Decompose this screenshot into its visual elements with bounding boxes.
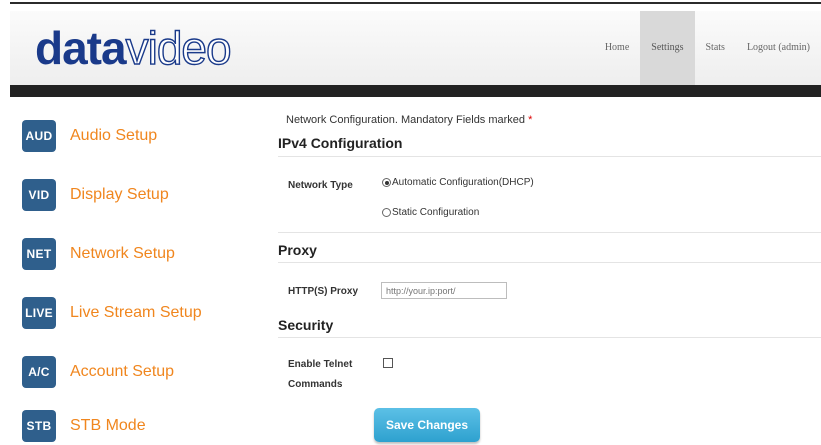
- intro-text: Network Configuration. Mandatory Fields …: [286, 114, 526, 126]
- dhcp-radio[interactable]: Automatic Configuration(DHCP): [382, 177, 534, 188]
- live-badge-icon: LIVE: [22, 297, 56, 329]
- sidebar-item-display[interactable]: VID Display Setup: [22, 179, 169, 211]
- stb-badge-icon: STB: [22, 410, 56, 442]
- ac-badge-icon: A/C: [22, 356, 56, 388]
- security-section-title: Security: [278, 317, 334, 333]
- nav-home[interactable]: Home: [594, 11, 640, 85]
- header-divider-bar: [10, 85, 821, 97]
- dhcp-label: Automatic Configuration(DHCP): [392, 177, 534, 188]
- divider: [278, 156, 821, 157]
- telnet-label: Enable Telnet: [288, 359, 353, 370]
- radio-unselected-icon: [382, 208, 391, 217]
- logo-light-text: video: [125, 22, 232, 74]
- sidebar-item-label: Display Setup: [70, 186, 169, 203]
- divider: [278, 262, 821, 263]
- sidebar-item-live-stream[interactable]: LIVE Live Stream Setup: [22, 297, 202, 329]
- ipv4-section-title: IPv4 Configuration: [278, 135, 403, 151]
- telnet-checkbox[interactable]: [383, 358, 393, 368]
- sidebar-item-label: Account Setup: [70, 363, 175, 380]
- divider: [278, 337, 821, 338]
- save-changes-button[interactable]: Save Changes: [374, 408, 480, 442]
- nav-settings[interactable]: Settings: [640, 11, 695, 85]
- sidebar-item-label: Network Setup: [70, 245, 175, 262]
- http-proxy-input[interactable]: [381, 282, 507, 299]
- sidebar-item-label: Audio Setup: [70, 127, 158, 144]
- radio-selected-icon: [382, 178, 391, 187]
- divider: [278, 232, 821, 233]
- datavideo-logo[interactable]: datavideo: [35, 22, 232, 74]
- required-mark: *: [528, 114, 533, 126]
- net-badge-icon: NET: [22, 238, 56, 270]
- aud-badge-icon: AUD: [22, 120, 56, 152]
- vid-badge-icon: VID: [22, 179, 56, 211]
- static-radio[interactable]: Static Configuration: [382, 207, 479, 218]
- sidebar-item-audio[interactable]: AUD Audio Setup: [22, 120, 157, 152]
- header: datavideo Home Settings Stats Logout (ad…: [10, 11, 821, 86]
- network-type-label: Network Type: [288, 180, 353, 191]
- sidebar-item-label: Live Stream Setup: [70, 304, 202, 321]
- http-proxy-label: HTTP(S) Proxy: [288, 286, 359, 297]
- sidebar-item-label: STB Mode: [70, 417, 146, 434]
- form-intro: Network Configuration. Mandatory Fields …: [286, 114, 532, 126]
- sidebar-item-stb-mode[interactable]: STB STB Mode: [22, 410, 146, 442]
- logo-bold-text: data: [35, 22, 127, 74]
- sidebar-item-account[interactable]: A/C Account Setup: [22, 356, 174, 388]
- nav-stats[interactable]: Stats: [695, 11, 736, 85]
- top-strip: [0, 0, 821, 8]
- static-label: Static Configuration: [392, 207, 480, 218]
- top-nav: Home Settings Stats Logout (admin): [594, 11, 821, 85]
- nav-logout[interactable]: Logout (admin): [736, 11, 821, 85]
- proxy-section-title: Proxy: [278, 242, 317, 258]
- sidebar-item-network[interactable]: NET Network Setup: [22, 238, 175, 270]
- telnet-label-line-2: Commands: [288, 379, 343, 390]
